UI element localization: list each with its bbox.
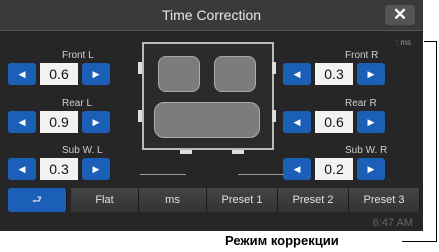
page-title: Time Correction	[161, 7, 262, 23]
arrow-left-icon: ◀	[18, 116, 26, 127]
sub-left-increase-button[interactable]: ▶	[82, 158, 110, 180]
return-arrow-icon: ⮐	[32, 193, 42, 206]
arrow-left-icon: ◀	[293, 163, 301, 174]
callout-line	[402, 241, 437, 242]
front-left-value: 0.6	[40, 63, 78, 85]
clock: 6:47 AM	[372, 217, 413, 229]
sub-right-increase-button[interactable]: ▶	[357, 158, 385, 180]
front-right-seat-icon	[214, 56, 256, 92]
time-correction-screen: Time Correction ✕ : ms Front L ◀ 0.6 ▶ R…	[0, 0, 423, 231]
arrow-right-icon: ▶	[92, 163, 100, 174]
speaker-icon	[272, 62, 276, 74]
subwoofer-icon	[232, 150, 244, 154]
rear-right-value: 0.6	[315, 111, 353, 133]
arrow-left-icon: ◀	[293, 68, 301, 79]
preset-2-button[interactable]: Preset 2	[278, 188, 349, 212]
rear-right-group: Rear R ◀ 0.6 ▶	[283, 98, 411, 133]
speaker-icon	[272, 110, 276, 122]
rear-left-decrease-button[interactable]: ◀	[8, 111, 36, 133]
preset-1-button[interactable]: Preset 1	[207, 188, 278, 212]
speaker-icon	[138, 110, 142, 122]
back-button[interactable]: ⮐	[8, 188, 67, 212]
front-left-group: Front L ◀ 0.6 ▶	[8, 50, 136, 85]
front-right-decrease-button[interactable]: ◀	[283, 63, 311, 85]
rear-right-label: Rear R	[345, 98, 377, 109]
ms-button[interactable]: ms	[139, 188, 207, 212]
rear-right-increase-button[interactable]: ▶	[357, 111, 385, 133]
rear-left-value: 0.9	[40, 111, 78, 133]
front-right-value: 0.3	[315, 63, 353, 85]
rear-seat-icon	[154, 102, 260, 138]
divider	[140, 174, 186, 175]
arrow-right-icon: ▶	[367, 116, 375, 127]
sub-left-decrease-button[interactable]: ◀	[8, 158, 36, 180]
sub-left-group: Sub W. L ◀ 0.3 ▶	[8, 145, 136, 180]
front-right-label: Front R	[345, 50, 379, 61]
divider	[238, 174, 284, 175]
car-seat-diagram	[142, 42, 274, 150]
front-left-label: Front L	[62, 50, 94, 61]
unit-label: : ms	[395, 38, 411, 47]
arrow-right-icon: ▶	[92, 68, 100, 79]
callout-line	[424, 41, 436, 42]
callout-caption: Режим коррекции	[225, 233, 339, 248]
sub-left-value: 0.3	[40, 158, 78, 180]
rear-left-increase-button[interactable]: ▶	[82, 111, 110, 133]
arrow-right-icon: ▶	[92, 116, 100, 127]
arrow-right-icon: ▶	[367, 163, 375, 174]
subwoofer-icon	[180, 150, 192, 154]
sub-right-value: 0.2	[315, 158, 353, 180]
front-right-group: Front R ◀ 0.3 ▶	[283, 50, 411, 85]
flat-button[interactable]: Flat	[71, 188, 139, 212]
bottom-toolbar: ⮐ Flat ms Preset 1 Preset 2 Preset 3	[0, 188, 423, 212]
sub-right-group: Sub W. R ◀ 0.2 ▶	[283, 145, 411, 180]
arrow-left-icon: ◀	[293, 116, 301, 127]
front-left-decrease-button[interactable]: ◀	[8, 63, 36, 85]
callout-line	[436, 41, 437, 242]
sub-right-decrease-button[interactable]: ◀	[283, 158, 311, 180]
arrow-right-icon: ▶	[367, 68, 375, 79]
rear-right-decrease-button[interactable]: ◀	[283, 111, 311, 133]
title-bar: Time Correction ✕	[0, 0, 423, 31]
rear-left-group: Rear L ◀ 0.9 ▶	[8, 98, 136, 133]
close-button[interactable]: ✕	[385, 5, 415, 25]
rear-left-label: Rear L	[62, 98, 93, 109]
sub-right-label: Sub W. R	[345, 145, 388, 156]
close-icon: ✕	[392, 5, 408, 24]
speaker-icon	[138, 62, 142, 74]
sub-left-label: Sub W. L	[62, 145, 103, 156]
front-left-seat-icon	[158, 56, 200, 92]
preset-3-button[interactable]: Preset 3	[349, 188, 420, 212]
front-left-increase-button[interactable]: ▶	[82, 63, 110, 85]
arrow-left-icon: ◀	[18, 68, 26, 79]
front-right-increase-button[interactable]: ▶	[357, 63, 385, 85]
arrow-left-icon: ◀	[18, 163, 26, 174]
